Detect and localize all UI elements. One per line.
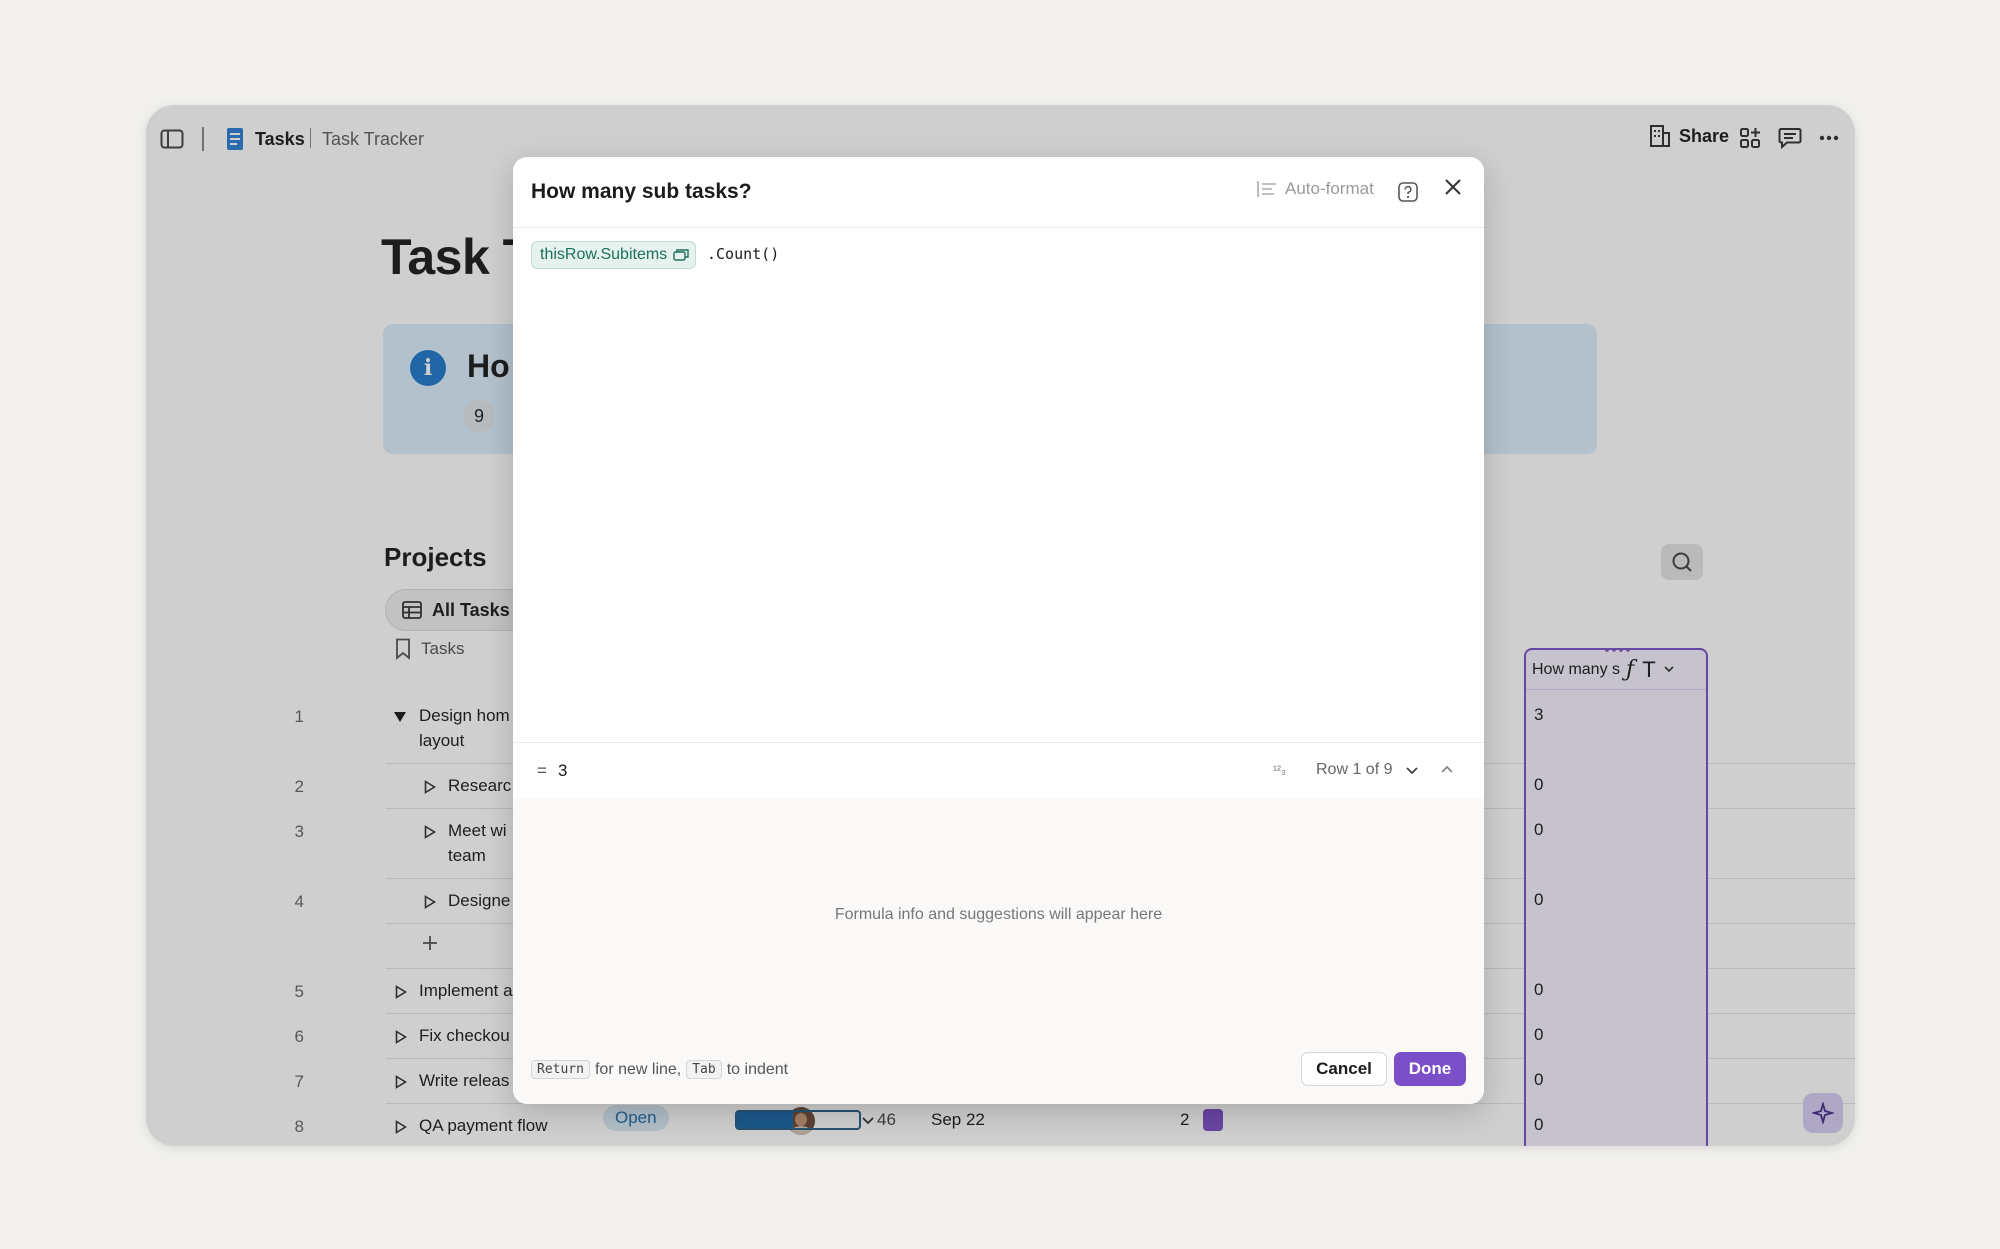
formula-editor-dialog: How many sub tasks? Auto-format thisRow.… [513, 157, 1484, 1104]
close-icon[interactable] [1442, 176, 1464, 198]
result-value: 3 [558, 761, 568, 780]
result-equals: = [537, 761, 547, 780]
done-button[interactable]: Done [1394, 1052, 1466, 1086]
tab-key: Tab [686, 1060, 722, 1079]
help-icon[interactable] [1397, 181, 1419, 203]
next-row-chevron-icon[interactable] [1406, 767, 1418, 775]
hint-text-newline: for new line, [594, 1060, 682, 1078]
formula-column-token[interactable]: thisRow.Subitems [531, 241, 697, 269]
cancel-button[interactable]: Cancel [1301, 1052, 1387, 1086]
dialog-footer: Return for new line, Tab to indent Cance… [513, 1034, 1484, 1104]
auto-format-label: Auto-format [1285, 179, 1374, 198]
list-reference-icon [673, 249, 689, 261]
number-format-icon[interactable]: ¹²₃ [1273, 763, 1286, 777]
prev-row-chevron-icon[interactable] [1441, 765, 1453, 773]
auto-format-button[interactable]: Auto-format [1257, 179, 1374, 199]
align-left-icon [1257, 181, 1276, 197]
hint-text-indent: to indent [726, 1060, 789, 1078]
formula-info-panel: Formula info and suggestions will appear… [513, 798, 1484, 1034]
dialog-title: How many sub tasks? [531, 180, 752, 203]
return-key: Return [531, 1060, 590, 1079]
row-indicator: Row 1 of 9 [1316, 761, 1393, 778]
formula-info-message: Formula info and suggestions will appear… [834, 906, 1163, 923]
keyboard-hint: Return for new line, Tab to indent [531, 1060, 788, 1079]
formula-token-label: thisRow.Subitems [540, 246, 668, 263]
formula-result-bar: = 3 ¹²₃ Row 1 of 9 [513, 743, 1484, 798]
formula-code[interactable]: .Count() [707, 245, 779, 263]
